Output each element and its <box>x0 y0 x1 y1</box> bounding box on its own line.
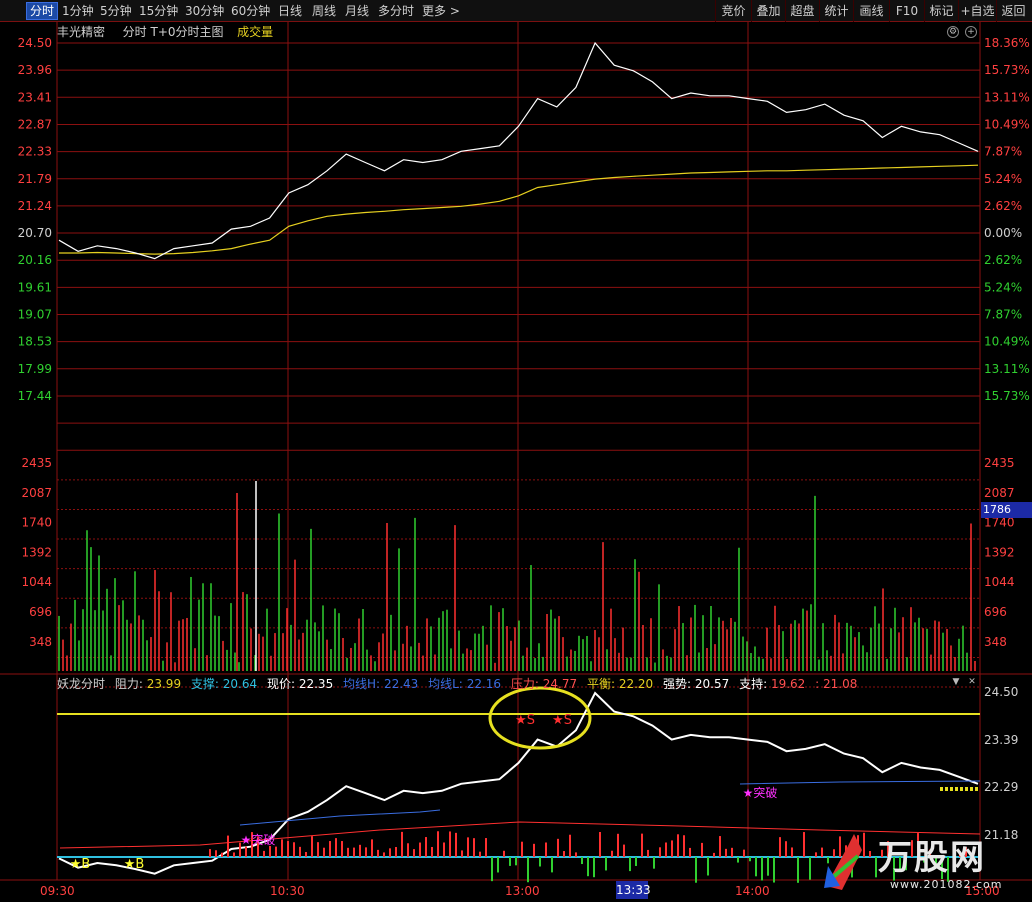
price-tick-right: 18.36% <box>984 36 1030 50</box>
indicator-tail-dot <box>945 787 948 791</box>
avg-l-label: 均线L: <box>428 677 463 691</box>
volume-tick-left: 1392 <box>21 545 52 559</box>
rocket-icon <box>824 834 862 890</box>
grid-lines <box>0 22 1032 881</box>
sell-marker: ★S <box>552 713 572 728</box>
price-tick-left: 18.53 <box>18 335 52 349</box>
price-tick-right: 2.62% <box>984 253 1022 267</box>
strength-value: 20.57 <box>694 677 730 691</box>
pressure-label: 压力: <box>510 677 539 691</box>
indicator-tick: 22.29 <box>984 780 1018 794</box>
indicator-tail-dot <box>960 787 963 791</box>
cursor-time-badge: 13:33 <box>616 881 651 899</box>
price-tick-left: 20.16 <box>18 253 52 267</box>
watermark-url: www.201082.com <box>890 878 1003 891</box>
resistance-label: 阻力: <box>114 677 143 691</box>
current-volume-badge: 1786 <box>981 502 1032 518</box>
indicator-tail-dot <box>955 787 958 791</box>
avg-h-label: 均线H: <box>343 677 381 691</box>
volume-tick-left: 348 <box>29 635 52 649</box>
price-tick-right: 10.49% <box>984 117 1030 131</box>
price-tick-right: 5.24% <box>984 280 1022 294</box>
price-tick-right: 13.11% <box>984 90 1030 104</box>
indicator-tail-dot <box>950 787 953 791</box>
volume-tick-right: 2435 <box>984 456 1015 470</box>
highlight-ellipse <box>488 686 592 750</box>
time-tick: 09:30 <box>40 884 75 898</box>
support-label: 支撑: <box>190 677 219 691</box>
hold-value: 19.62 <box>770 677 806 691</box>
price-tick-right: 10.49% <box>984 335 1030 349</box>
breakout-marker: ★突破 <box>241 832 276 847</box>
volume-tick-right: 348 <box>984 635 1007 649</box>
extra-value: : 21.08 <box>815 677 858 691</box>
price-tick-left: 22.87 <box>18 117 52 131</box>
price-tick-left: 22.33 <box>18 145 52 159</box>
indicator-close-icon[interactable]: ✕ <box>966 677 978 689</box>
breakout-marker: ★突破 <box>743 785 778 800</box>
price-axis-right: 18.36% 15.73% 13.11% 10.49% 7.87% 5.24% 2.62% 0… <box>984 36 1030 403</box>
avg-h-line <box>239 809 441 826</box>
watermark-text: 万股网 <box>878 838 986 878</box>
volume-tick-right: 696 <box>984 605 1007 619</box>
price-tick-left: 19.07 <box>18 308 52 322</box>
price-value: 22.35 <box>298 677 334 691</box>
indicator-name[interactable]: 妖龙分时 <box>57 677 105 691</box>
price-tick-right: 13.11% <box>984 362 1030 376</box>
price-tick-right: 7.87% <box>984 308 1022 322</box>
balance-label: 平衡: <box>586 677 615 691</box>
volume-tick-right: 1044 <box>984 575 1015 589</box>
price-tick-right: 7.87% <box>984 145 1022 159</box>
volume-tick-right: 1392 <box>984 545 1015 559</box>
time-tick: 14:00 <box>735 884 770 898</box>
avg-l-value: 22.16 <box>466 677 502 691</box>
price-tick-right: 2.62% <box>984 199 1022 213</box>
volume-tick-left: 2087 <box>21 486 52 500</box>
avg-l-line <box>739 780 981 785</box>
buy-marker: ★B <box>124 857 145 872</box>
indicator-tail-dot <box>940 787 943 791</box>
pressure-value: 24.77 <box>542 677 578 691</box>
price-tick-left: 24.50 <box>18 36 52 50</box>
strength-label: 强势: <box>663 677 692 691</box>
volume-tick-left: 696 <box>29 605 52 619</box>
price-tick-left: 21.24 <box>18 199 52 213</box>
price-tick-left: 19.61 <box>18 280 52 294</box>
time-tick: 13:00 <box>505 884 540 898</box>
price-tick-left: 23.41 <box>18 90 52 104</box>
volume-tick-left: 1740 <box>21 516 52 530</box>
volume-tick-left: 2435 <box>21 456 52 470</box>
indicator-tick: 24.50 <box>984 685 1018 699</box>
indicator-header: 妖龙分时 阻力: 23.99 支撑: 20.64 现价: 22.35 均线H: … <box>57 676 857 692</box>
watermark-logo: 万股网 www.201082.com <box>818 826 1024 898</box>
price-tick-right: 15.73% <box>984 389 1030 403</box>
support-value: 20.64 <box>222 677 258 691</box>
price-label: 现价: <box>266 677 296 691</box>
price-tick-left: 17.44 <box>18 389 52 403</box>
volume-tick-right: 2087 <box>984 486 1015 500</box>
indicator-tail-dot <box>975 787 978 791</box>
indicator-tail-dot <box>965 787 968 791</box>
volume-tick-left: 1044 <box>21 575 52 589</box>
price-tick-left: 23.96 <box>18 63 52 77</box>
sell-marker: ★S <box>515 713 535 728</box>
price-tick-left: 21.79 <box>18 172 52 186</box>
chart-canvas: 24.50 23.96 23.41 22.87 22.33 21.79 21.24 20.70… <box>0 22 1032 898</box>
indicator-tail-dot <box>970 787 973 791</box>
price-tick-left: 17.99 <box>18 362 52 376</box>
price-tick-left: 20.70 <box>18 226 52 240</box>
buy-marker: ★B <box>70 857 91 872</box>
indicator-dropdown-icon[interactable]: ▼ <box>950 677 962 689</box>
indicator-tick: 23.39 <box>984 733 1018 747</box>
avg-h-value: 22.43 <box>383 677 419 691</box>
price-tick-right: 15.73% <box>984 63 1030 77</box>
resistance-value: 23.99 <box>146 677 182 691</box>
price-tick-right: 5.24% <box>984 172 1022 186</box>
hold-label: 支持: <box>739 677 768 691</box>
price-axis-left: 24.50 23.96 23.41 22.87 22.33 21.79 21.24 20.70… <box>18 36 52 403</box>
time-tick: 10:30 <box>270 884 305 898</box>
balance-value: 22.20 <box>618 677 654 691</box>
price-tick-right: 0.00% <box>984 226 1022 240</box>
